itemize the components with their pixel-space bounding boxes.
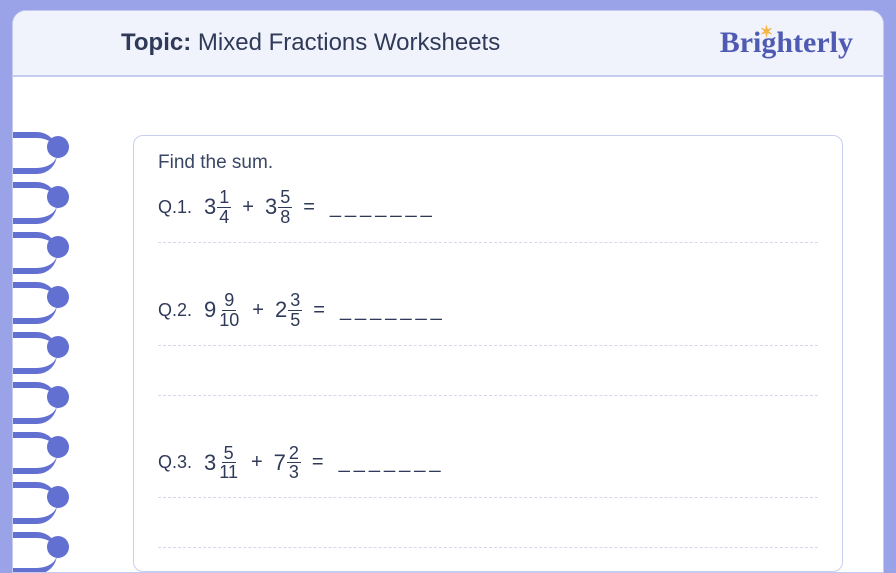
numerator: 3 bbox=[288, 291, 302, 311]
equals-sign: = bbox=[312, 451, 324, 474]
topic-label: Topic: bbox=[121, 29, 191, 56]
question-1: Q.1. 3 1 4 + 3 5 8 = _______ bbox=[158, 188, 818, 243]
answer-blank: _______ bbox=[339, 451, 445, 474]
operator: + bbox=[251, 451, 263, 474]
whole-part: 9 bbox=[204, 297, 216, 323]
whole-part: 7 bbox=[274, 450, 286, 476]
whole-part: 3 bbox=[204, 450, 216, 476]
sun-icon: ✶ bbox=[760, 22, 773, 42]
numerator: 9 bbox=[222, 291, 236, 311]
denominator: 10 bbox=[217, 311, 241, 330]
numerator: 5 bbox=[222, 444, 236, 464]
numerator: 5 bbox=[278, 188, 292, 208]
binder-ring bbox=[12, 187, 65, 207]
binder-ring bbox=[12, 437, 65, 457]
term-1: 3 5 11 bbox=[204, 444, 240, 483]
topic-heading: Topic: Mixed Fractions Worksheets bbox=[121, 29, 500, 57]
denominator: 4 bbox=[217, 208, 231, 227]
topic-title: Mixed Fractions Worksheets bbox=[198, 29, 500, 56]
binder-ring bbox=[12, 387, 65, 407]
term-2: 2 3 5 bbox=[275, 291, 302, 330]
fraction-part: 3 5 bbox=[288, 291, 302, 330]
whole-part: 3 bbox=[265, 194, 277, 220]
numerator: 1 bbox=[217, 188, 231, 208]
instruction-text: Find the sum. bbox=[158, 152, 818, 174]
fraction-part: 5 11 bbox=[217, 444, 240, 483]
binder-ring bbox=[12, 237, 65, 257]
brand-text: Brighterly bbox=[720, 26, 853, 59]
equals-sign: = bbox=[313, 299, 325, 322]
answer-blank: _______ bbox=[330, 196, 436, 219]
binder-ring bbox=[12, 287, 65, 307]
question-label: Q.3. bbox=[158, 452, 192, 473]
term-1: 3 1 4 bbox=[204, 188, 231, 227]
rule-line bbox=[158, 395, 818, 396]
denominator: 11 bbox=[217, 463, 240, 482]
equals-sign: = bbox=[303, 196, 315, 219]
worksheet-card: Topic: Mixed Fractions Worksheets ✶ Brig… bbox=[12, 10, 884, 573]
fraction-part: 2 3 bbox=[287, 444, 301, 483]
worksheet-panel: Find the sum. Q.1. 3 1 4 + 3 5 8 bbox=[133, 135, 843, 572]
term-2: 3 5 8 bbox=[265, 188, 292, 227]
denominator: 8 bbox=[278, 208, 292, 227]
term-2: 7 2 3 bbox=[274, 444, 301, 483]
operator: + bbox=[242, 196, 254, 219]
question-2: Q.2. 9 9 10 + 2 3 5 = ______ bbox=[158, 291, 818, 346]
brand-logo: ✶ Brighterly bbox=[720, 26, 853, 60]
fraction-part: 9 10 bbox=[217, 291, 241, 330]
header-bar: Topic: Mixed Fractions Worksheets ✶ Brig… bbox=[13, 11, 883, 77]
whole-part: 2 bbox=[275, 297, 287, 323]
rule-line bbox=[158, 547, 818, 548]
question-label: Q.2. bbox=[158, 300, 192, 321]
fraction-part: 5 8 bbox=[278, 188, 292, 227]
operator: + bbox=[252, 299, 264, 322]
term-1: 9 9 10 bbox=[204, 291, 241, 330]
binder-ring bbox=[12, 337, 65, 357]
whole-part: 3 bbox=[204, 194, 216, 220]
denominator: 5 bbox=[288, 311, 302, 330]
numerator: 2 bbox=[287, 444, 301, 464]
answer-blank: _______ bbox=[340, 299, 446, 322]
denominator: 3 bbox=[287, 463, 301, 482]
binder-ring bbox=[12, 537, 65, 557]
question-label: Q.1. bbox=[158, 197, 192, 218]
worksheet-body: Find the sum. Q.1. 3 1 4 + 3 5 8 bbox=[13, 77, 883, 572]
question-3: Q.3. 3 5 11 + 7 2 3 = ______ bbox=[158, 444, 818, 499]
binder-ring bbox=[12, 137, 65, 157]
binder-ring bbox=[12, 487, 65, 507]
instruction-row: Find the sum. bbox=[158, 152, 818, 188]
fraction-part: 1 4 bbox=[217, 188, 231, 227]
